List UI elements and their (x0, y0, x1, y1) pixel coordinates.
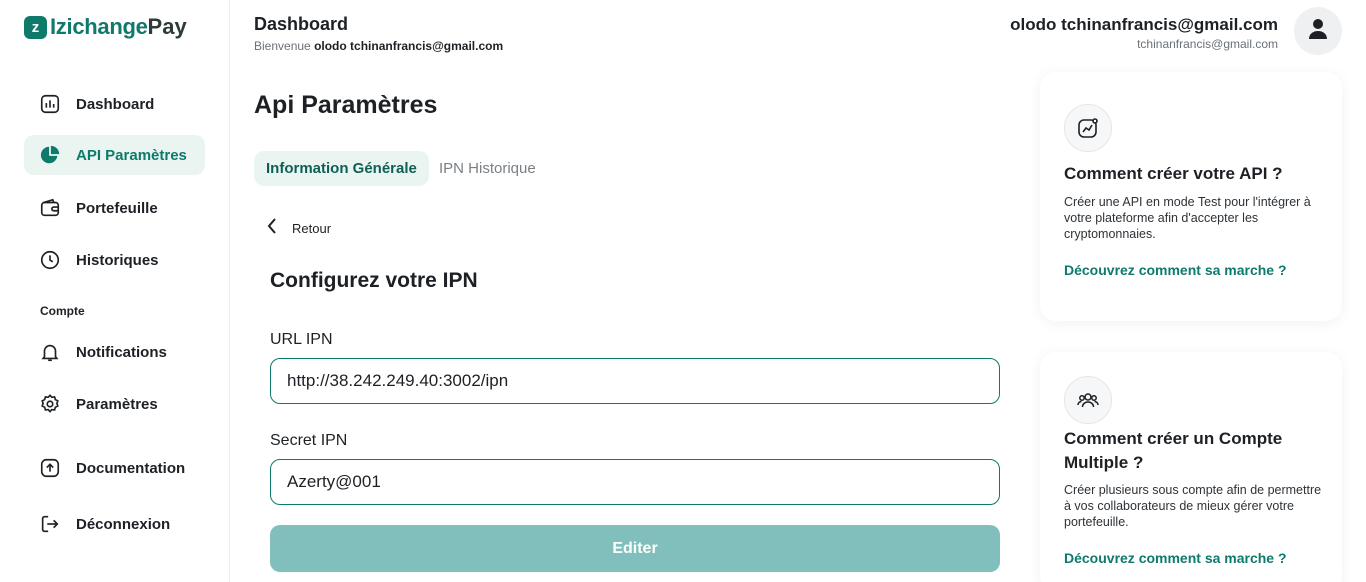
bar-chart-icon (38, 92, 62, 116)
welcome-user: olodo tchinanfrancis@gmail.com (314, 39, 504, 53)
secret-ipn-input[interactable] (270, 459, 1000, 505)
user-name: olodo tchinanfrancis@gmail.com (1010, 15, 1278, 34)
info-card-compte-multiple: Comment créer un Compte Multiple ? Créer… (1040, 352, 1342, 582)
brand-name: Izichange (50, 14, 148, 39)
sidebar-item-notifications[interactable]: Notifications (24, 332, 205, 372)
sidebar-item-deconnexion[interactable]: Déconnexion (24, 504, 205, 544)
card-link[interactable]: Découvrez comment sa marche ? (1064, 262, 1287, 278)
sidebar-item-api-parametres[interactable]: API Paramètres (24, 135, 205, 175)
brand-logo[interactable]: z Izichange Pay (24, 14, 187, 40)
logout-icon (38, 512, 62, 536)
brand-suffix: Pay (147, 14, 187, 39)
tab-information-generale[interactable]: Information Générale (254, 151, 429, 186)
clock-icon (38, 248, 62, 272)
sidebar-item-label: Portefeuille (76, 199, 158, 217)
sidebar-item-label: Paramètres (76, 395, 158, 413)
welcome-prefix: Bienvenue (254, 39, 311, 53)
card-title: Comment créer un Compte Multiple ? (1064, 429, 1283, 472)
sidebar-item-label: Documentation (76, 459, 186, 477)
secret-ipn-label: Secret IPN (270, 432, 348, 449)
card-title: Comment créer votre API ? (1064, 164, 1283, 183)
sidebar-item-dashboard[interactable]: Dashboard (24, 84, 205, 124)
url-ipn-input[interactable] (270, 358, 1000, 404)
back-button[interactable]: Retour (266, 216, 331, 241)
upload-icon (38, 456, 62, 480)
sidebar-item-label: Dashboard (76, 95, 155, 113)
info-card-api: Comment créer votre API ? Créer une API … (1040, 72, 1342, 321)
sidebar-item-label: API Paramètres (76, 146, 187, 164)
card-link[interactable]: Découvrez comment sa marche ? (1064, 550, 1287, 566)
sidebar-item-parametres[interactable]: Paramètres (24, 384, 205, 424)
users-icon (1064, 376, 1112, 424)
user-icon (1308, 18, 1328, 45)
url-ipn-label: URL IPN (270, 331, 333, 348)
sidebar-item-label: Historiques (76, 251, 159, 269)
sidebar-item-label: Déconnexion (76, 515, 171, 533)
tab-ipn-historique[interactable]: IPN Historique (427, 151, 548, 186)
chevron-left-icon (266, 216, 278, 241)
edit-button[interactable]: Editer (270, 525, 1000, 572)
back-label: Retour (292, 221, 332, 236)
card-description: Créer une API en mode Test pour l'intégr… (1064, 195, 1311, 241)
user-email: tchinanfrancis@gmail.com (1137, 37, 1278, 51)
sidebar-item-historiques[interactable]: Historiques (24, 240, 205, 280)
wallet-icon (38, 196, 62, 220)
sidebar-item-label: Notifications (76, 343, 167, 361)
logo-mark-icon: z (24, 15, 47, 39)
page-title: Api Paramètres (254, 91, 438, 119)
sidebar-item-portefeuille[interactable]: Portefeuille (24, 188, 205, 228)
card-description: Créer plusieurs sous compte afin de perm… (1064, 483, 1322, 529)
sidebar: z Izichange Pay Dashboard API Paramètres… (0, 0, 230, 582)
gear-icon (38, 392, 62, 416)
sidebar-section-label: Compte (40, 304, 85, 318)
chart-sparkle-icon (1064, 104, 1112, 152)
sidebar-item-documentation[interactable]: Documentation (24, 448, 205, 488)
form-title: Configurez votre IPN (270, 269, 478, 292)
bell-icon (38, 340, 62, 364)
header-title: Dashboard (254, 14, 349, 34)
avatar[interactable] (1294, 7, 1342, 55)
welcome-text: Bienvenue olodo tchinanfrancis@gmail.com (254, 39, 503, 53)
pie-chart-icon (38, 143, 62, 167)
